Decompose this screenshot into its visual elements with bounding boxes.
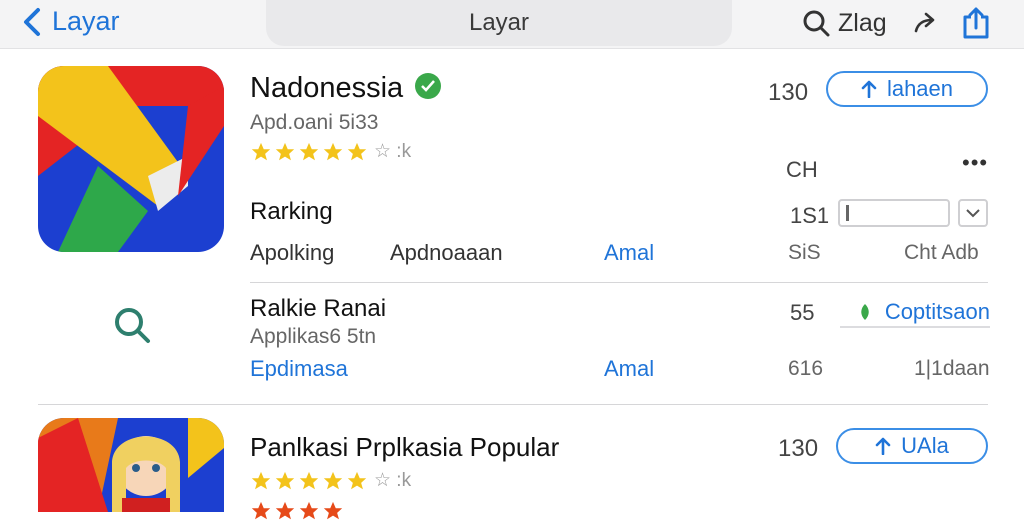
top-right-label[interactable]: Zlag — [838, 9, 887, 38]
star-icon — [251, 471, 271, 489]
share-upload-icon[interactable] — [960, 6, 992, 40]
arrow-up-icon — [861, 80, 877, 98]
column-apolking: Apolking — [250, 240, 335, 265]
star-icon — [275, 142, 295, 160]
app-name[interactable]: Panlkasi Prplkasia Popular — [250, 432, 559, 463]
star-icon — [275, 471, 295, 489]
back-label: Layar — [52, 6, 120, 36]
copt-label: Coptitsaon — [884, 299, 990, 324]
update-button[interactable]: UAla — [836, 428, 988, 464]
page-title: Layar — [266, 0, 732, 46]
link-amal[interactable]: Amal — [604, 240, 654, 266]
star-icon — [347, 142, 367, 160]
search-icon[interactable] — [112, 306, 152, 346]
ranking-input[interactable] — [838, 199, 950, 227]
section-title-ralkie-ranai: Ralkie Ranai — [250, 295, 387, 322]
app-name[interactable]: Nadonessia — [250, 72, 442, 105]
star-icon — [275, 501, 295, 520]
rating-count: ☆ :k — [374, 470, 412, 491]
divider — [38, 404, 988, 405]
section-subtitle: Applikas6 5tn — [250, 325, 377, 348]
app-icon[interactable] — [38, 418, 224, 512]
share-arrow-icon[interactable] — [912, 11, 938, 35]
star-icon — [251, 142, 271, 160]
link-amal[interactable]: Amal — [604, 356, 654, 382]
value-616: 616 — [788, 357, 824, 380]
star-icon — [323, 142, 343, 160]
app-subtitle: Apd.oani 5i33 — [250, 111, 379, 134]
ranking-count: 1S1 — [790, 203, 830, 228]
section2-count: 55 — [790, 300, 815, 325]
star-icon — [251, 501, 271, 520]
search-icon[interactable] — [802, 9, 830, 37]
chevron-down-icon — [966, 209, 980, 218]
install-count: 130 — [778, 435, 819, 462]
link-epdimasa[interactable]: Epdimasa — [250, 356, 348, 382]
value-sis: SiS — [788, 241, 821, 264]
column-apdnoaaan: Apdnoaaan — [390, 240, 503, 265]
app-name-text: Nadonessia — [250, 72, 404, 104]
install-count: 130 — [768, 79, 809, 106]
star-icon — [299, 142, 319, 160]
ranking-dropdown[interactable] — [958, 199, 988, 227]
more-options-icon[interactable]: ••• — [962, 150, 988, 176]
install-label: lahaen — [886, 76, 954, 101]
star-icon — [323, 471, 343, 489]
arrow-up-icon — [875, 437, 891, 455]
value-daan: 1|1daan — [914, 357, 990, 380]
rating-stars-secondary — [250, 500, 346, 522]
section-title-ranking: Rarking — [250, 198, 333, 225]
star-icon — [347, 471, 367, 489]
rating-stars: ☆ :k — [250, 140, 411, 163]
chevron-left-icon — [24, 7, 40, 36]
divider — [250, 282, 988, 283]
star-icon — [299, 501, 319, 520]
star-icon — [299, 471, 319, 489]
text-cursor — [846, 205, 849, 221]
install-button[interactable]: lahaen — [826, 71, 988, 107]
verified-badge-icon — [415, 73, 442, 100]
star-icon — [323, 501, 343, 520]
ch-label: CH — [786, 157, 818, 182]
back-button[interactable]: Layar — [20, 6, 120, 37]
page-title-text: Layar — [468, 9, 530, 36]
rating-stars: ☆ :k — [250, 469, 411, 492]
value-cht-adb: Cht Adb — [904, 241, 979, 264]
rating-count: ☆ :k — [374, 141, 412, 162]
copt-field[interactable]: Coptitsaon — [840, 298, 990, 328]
update-label: UAla — [901, 433, 949, 458]
app-icon[interactable] — [38, 66, 224, 252]
leaf-icon — [861, 304, 869, 320]
